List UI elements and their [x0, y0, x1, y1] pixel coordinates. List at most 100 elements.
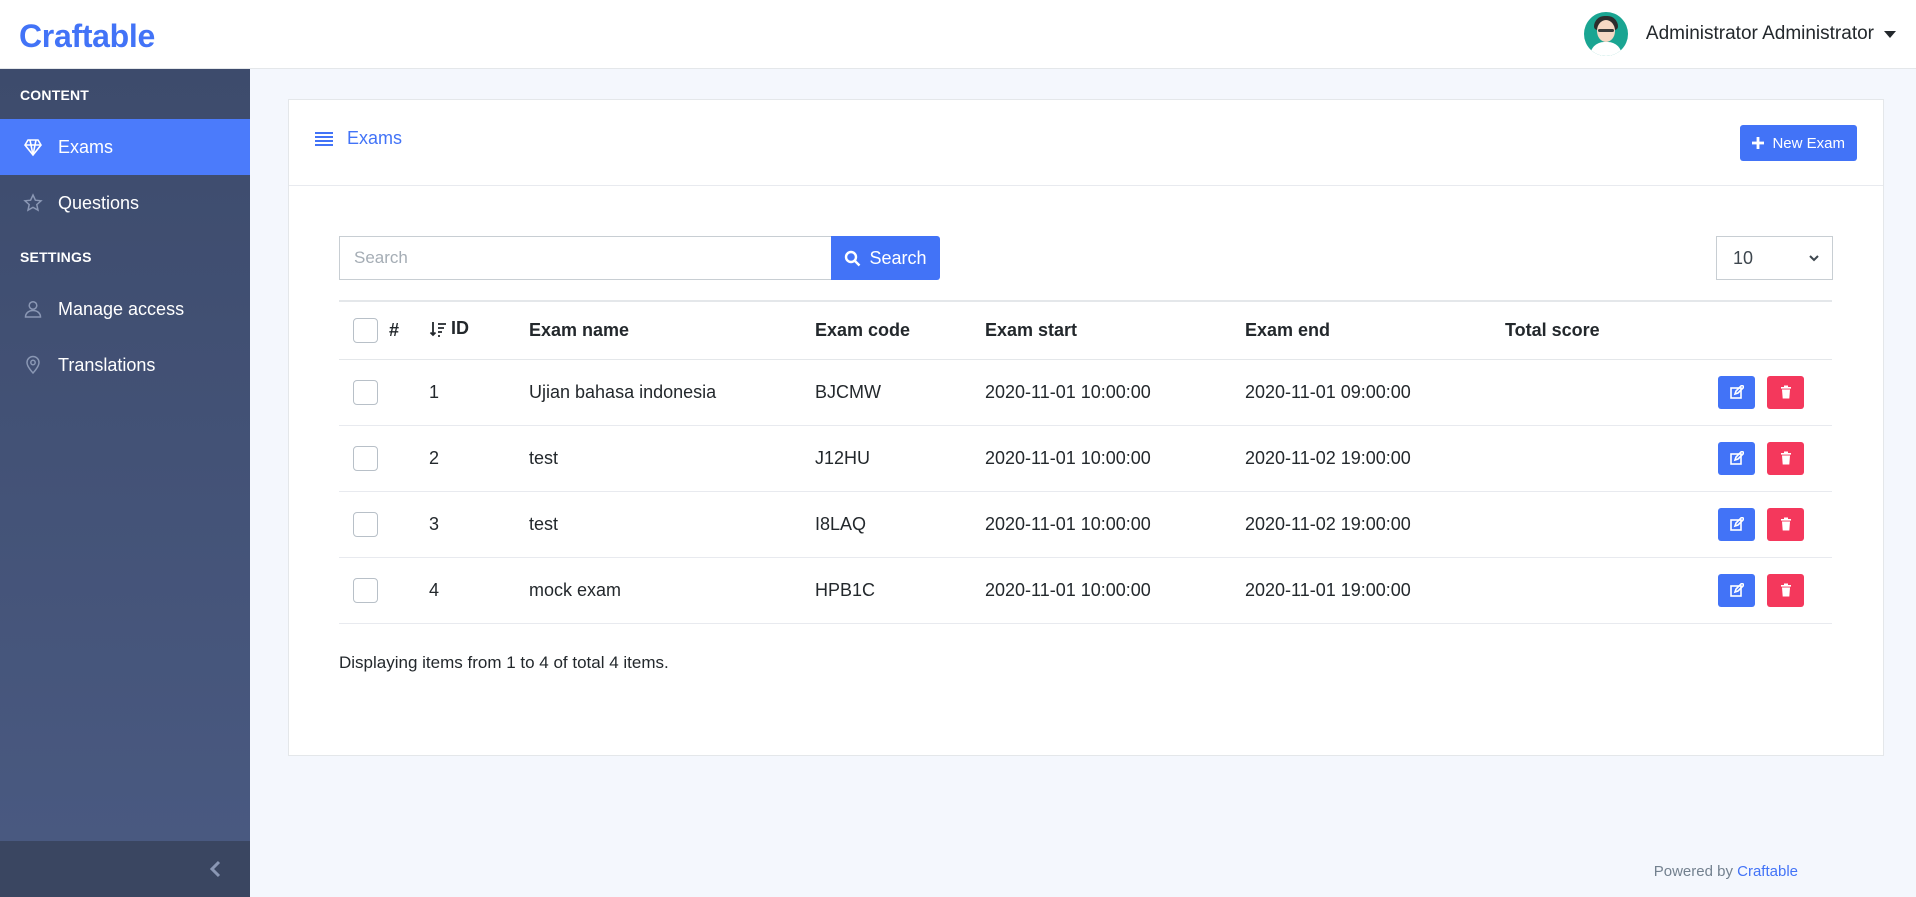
cell-start: 2020-11-01 10:00:00 — [985, 425, 1245, 492]
trash-icon — [1780, 583, 1791, 597]
edit-icon — [1729, 583, 1744, 597]
cell-end: 2020-11-02 19:00:00 — [1245, 491, 1505, 558]
cell-end: 2020-11-02 19:00:00 — [1245, 425, 1505, 492]
edit-button[interactable] — [1718, 375, 1755, 409]
search-bar: Search — [339, 236, 940, 280]
new-exam-button[interactable]: New Exam — [1740, 125, 1857, 161]
sidebar-item-exams[interactable]: Exams — [0, 119, 250, 175]
col-header-id[interactable]: ID — [429, 300, 529, 360]
row-checkbox[interactable] — [353, 379, 378, 405]
select-all-checkbox[interactable] — [353, 317, 378, 343]
brand-logo[interactable]: Craftable — [19, 18, 155, 55]
table-row: 4 mock exam HPB1C 2020-11-01 10:00:00 20… — [339, 557, 1832, 624]
row-checkbox[interactable] — [353, 511, 378, 537]
sidebar-item-label: Translations — [58, 354, 156, 375]
plus-icon — [1752, 137, 1765, 149]
top-header: Craftable Administrator Administrator — [0, 0, 1916, 69]
cell-start: 2020-11-01 10:00:00 — [985, 359, 1245, 426]
caret-down-icon — [1884, 30, 1896, 38]
pagination-summary: Displaying items from 1 to 4 of total 4 … — [339, 653, 669, 672]
table-row: 2 test J12HU 2020-11-01 10:00:00 2020-11… — [339, 425, 1832, 492]
sidebar-item-label: Manage access — [58, 298, 185, 319]
per-page-value: 10 — [1733, 247, 1754, 268]
edit-button[interactable] — [1718, 441, 1755, 475]
cell-end: 2020-11-01 09:00:00 — [1245, 359, 1505, 426]
cell-score — [1505, 359, 1685, 426]
edit-icon — [1729, 517, 1744, 531]
search-icon — [845, 250, 861, 266]
avatar-icon — [1583, 12, 1628, 56]
table-row: 1 Ujian bahasa indonesia BJCMW 2020-11-0… — [339, 359, 1832, 426]
location-pin-icon — [22, 354, 44, 376]
star-icon — [22, 192, 44, 214]
diamond-icon — [22, 136, 44, 158]
list-icon — [315, 131, 333, 146]
sidebar-item-questions[interactable]: Questions — [0, 175, 250, 231]
new-exam-label: New Exam — [1772, 134, 1845, 152]
col-header-start[interactable]: Exam start — [985, 300, 1245, 360]
delete-button[interactable] — [1767, 441, 1804, 475]
sidebar-item-label: Questions — [58, 192, 140, 213]
cell-name: Ujian bahasa indonesia — [529, 359, 815, 426]
cell-code: J12HU — [815, 425, 985, 492]
footer-prefix: Powered by — [1653, 863, 1733, 880]
cell-id: 3 — [429, 491, 529, 558]
col-header-code[interactable]: Exam code — [815, 300, 985, 360]
user-name: Administrator Administrator — [1645, 23, 1874, 44]
col-header-score[interactable]: Total score — [1505, 300, 1685, 360]
user-menu[interactable]: Administrator Administrator — [1583, 12, 1896, 56]
sidebar-footer — [0, 841, 250, 897]
footer-link[interactable]: Craftable — [1737, 863, 1798, 880]
sidebar-item-manage-access[interactable]: Manage access — [0, 281, 250, 337]
sidebar: CONTENT Exams Questions SETTINGS Manage … — [0, 69, 250, 897]
exams-table: # ID Exam name Exam code Exam start Exam… — [339, 300, 1832, 624]
edit-icon — [1729, 385, 1744, 399]
cell-score — [1505, 425, 1685, 492]
row-checkbox[interactable] — [353, 577, 378, 603]
delete-button[interactable] — [1767, 507, 1804, 541]
sort-icon — [429, 321, 446, 337]
sidebar-item-translations[interactable]: Translations — [0, 337, 250, 393]
delete-button[interactable] — [1767, 375, 1804, 409]
cell-code: I8LAQ — [815, 491, 985, 558]
exams-card: Exams New Exam Search 10 # ID — [288, 99, 1884, 756]
col-header-num: # — [389, 300, 429, 360]
col-header-actions — [1685, 300, 1832, 360]
trash-icon — [1780, 385, 1791, 399]
search-button[interactable]: Search — [831, 236, 940, 280]
cell-end: 2020-11-01 19:00:00 — [1245, 557, 1505, 624]
user-icon — [22, 298, 44, 320]
cell-code: HPB1C — [815, 557, 985, 624]
cell-score — [1505, 491, 1685, 558]
sidebar-section-settings: SETTINGS — [20, 249, 92, 265]
edit-icon — [1729, 451, 1744, 465]
table-header-row: # ID Exam name Exam code Exam start Exam… — [339, 300, 1832, 360]
card-title: Exams — [315, 128, 402, 149]
card-header: Exams New Exam — [289, 100, 1883, 186]
col-header-end[interactable]: Exam end — [1245, 300, 1505, 360]
search-input[interactable] — [339, 236, 831, 280]
edit-button[interactable] — [1718, 507, 1755, 541]
cell-name: test — [529, 425, 815, 492]
footer: Powered by Craftable — [1654, 863, 1798, 880]
table-row: 3 test I8LAQ 2020-11-01 10:00:00 2020-11… — [339, 491, 1832, 558]
chevron-down-icon — [1809, 255, 1819, 262]
chevron-left-icon[interactable] — [204, 857, 228, 881]
sidebar-section-content: CONTENT — [20, 87, 90, 103]
edit-button[interactable] — [1718, 573, 1755, 607]
cell-code: BJCMW — [815, 359, 985, 426]
cell-name: test — [529, 491, 815, 558]
cell-id: 1 — [429, 359, 529, 426]
card-title-text: Exams — [347, 128, 403, 148]
cell-start: 2020-11-01 10:00:00 — [985, 491, 1245, 558]
cell-id: 2 — [429, 425, 529, 492]
search-button-label: Search — [869, 247, 927, 268]
trash-icon — [1780, 517, 1791, 531]
delete-button[interactable] — [1767, 573, 1804, 607]
per-page-select[interactable]: 10 — [1716, 236, 1833, 280]
row-checkbox[interactable] — [353, 445, 378, 471]
col-header-id-label: ID — [451, 318, 469, 338]
sidebar-item-label: Exams — [58, 136, 114, 157]
trash-icon — [1780, 451, 1791, 465]
col-header-name[interactable]: Exam name — [529, 300, 815, 360]
